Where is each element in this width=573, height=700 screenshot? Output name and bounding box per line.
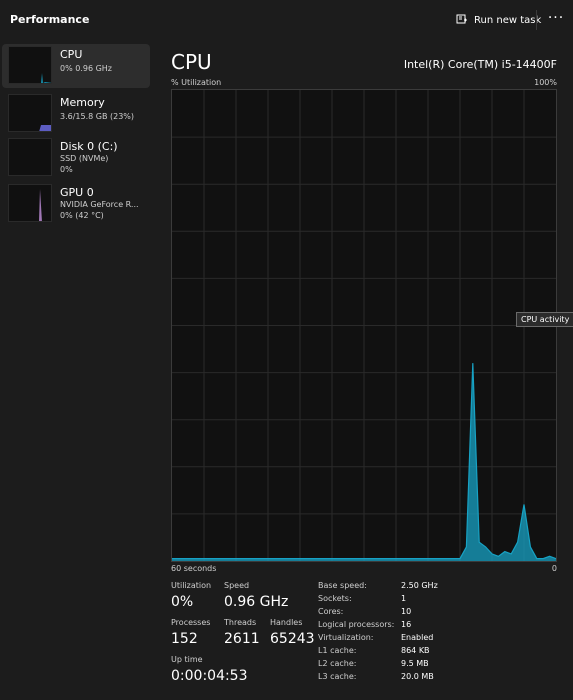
main-title: CPU bbox=[171, 50, 212, 74]
graph-tooltip: CPU activity bbox=[516, 312, 573, 327]
l1-cache-value: 864 KB bbox=[401, 646, 430, 655]
sidebar-item-disk[interactable]: Disk 0 (C:) SSD (NVMe) 0% bbox=[2, 136, 150, 180]
sidebar-item-subtitle: 3.6/15.8 GB (23%) bbox=[60, 112, 135, 121]
sockets-value: 1 bbox=[401, 594, 407, 603]
memory-thumbnail-graph bbox=[8, 94, 52, 132]
y-axis-label: % Utilization bbox=[171, 78, 222, 87]
sidebar-item-gpu[interactable]: GPU 0 NVIDIA GeForce R... 0% (42 °C) bbox=[2, 182, 150, 226]
header-bar: Performance Run new task ··· bbox=[0, 0, 573, 40]
y-axis-max-label: 100% bbox=[534, 78, 557, 87]
disk-thumbnail-graph bbox=[8, 138, 52, 176]
sidebar: CPU 0% 0.96 GHz Memory 3.6/15.8 GB (23%)… bbox=[0, 40, 158, 700]
logical-processors-label: Logical processors: bbox=[318, 620, 395, 629]
threads-label: Threads bbox=[224, 618, 257, 627]
sidebar-item-subtitle: 0% 0.96 GHz bbox=[60, 64, 113, 73]
sockets-label: Sockets: bbox=[318, 594, 352, 603]
utilization-label: Utilization bbox=[171, 581, 212, 590]
utilization-value: 0% bbox=[171, 594, 194, 610]
threads-value: 2611 bbox=[224, 631, 260, 647]
l3-cache-value: 20.0 MB bbox=[401, 672, 434, 681]
handles-label: Handles bbox=[270, 618, 303, 627]
l2-cache-label: L2 cache: bbox=[318, 659, 357, 668]
base-speed-value: 2.50 GHz bbox=[401, 581, 438, 590]
virtualization-label: Virtualization: bbox=[318, 633, 374, 642]
gpu-thumbnail-graph bbox=[8, 184, 52, 222]
x-axis-right-label: 0 bbox=[551, 564, 557, 573]
cpu-utilization-graph[interactable] bbox=[171, 89, 557, 562]
sidebar-item-title: Memory bbox=[60, 96, 105, 109]
sidebar-item-memory[interactable]: Memory 3.6/15.8 GB (23%) bbox=[2, 92, 150, 136]
cpu-thumbnail-graph bbox=[8, 46, 52, 84]
run-task-icon bbox=[456, 14, 468, 26]
more-options-button[interactable]: ··· bbox=[545, 8, 567, 30]
uptime-value: 0:00:04:53 bbox=[171, 668, 248, 684]
speed-label: Speed bbox=[224, 581, 250, 590]
run-new-task-button[interactable]: Run new task bbox=[456, 11, 541, 29]
sidebar-item-subtitle: NVIDIA GeForce R... bbox=[60, 200, 139, 209]
base-speed-label: Base speed: bbox=[318, 581, 367, 590]
sidebar-item-subtitle: SSD (NVMe) bbox=[60, 154, 109, 163]
sidebar-item-detail: 0% bbox=[60, 165, 73, 174]
x-axis-left-label: 60 seconds bbox=[171, 564, 217, 573]
page-title: Performance bbox=[10, 13, 90, 26]
cores-label: Cores: bbox=[318, 607, 344, 616]
sidebar-item-title: Disk 0 (C:) bbox=[60, 140, 118, 153]
l2-cache-value: 9.5 MB bbox=[401, 659, 429, 668]
sidebar-item-title: CPU bbox=[60, 48, 83, 61]
uptime-label: Up time bbox=[171, 655, 203, 664]
l3-cache-label: L3 cache: bbox=[318, 672, 357, 681]
l1-cache-label: L1 cache: bbox=[318, 646, 357, 655]
cpu-graph-svg bbox=[172, 90, 556, 561]
virtualization-value: Enabled bbox=[401, 633, 434, 642]
sidebar-item-detail: 0% (42 °C) bbox=[60, 211, 104, 220]
sidebar-item-cpu[interactable]: CPU 0% 0.96 GHz bbox=[2, 44, 150, 88]
cpu-model-name: Intel(R) Core(TM) i5-14400F bbox=[403, 58, 557, 71]
header-divider bbox=[536, 10, 537, 30]
processes-value: 152 bbox=[171, 631, 198, 647]
processes-label: Processes bbox=[171, 618, 211, 627]
speed-value: 0.96 GHz bbox=[224, 594, 289, 610]
logical-processors-value: 16 bbox=[401, 620, 412, 629]
cores-value: 10 bbox=[401, 607, 412, 616]
sidebar-item-title: GPU 0 bbox=[60, 186, 94, 199]
run-new-task-label: Run new task bbox=[474, 14, 542, 26]
handles-value: 65243 bbox=[270, 631, 315, 647]
